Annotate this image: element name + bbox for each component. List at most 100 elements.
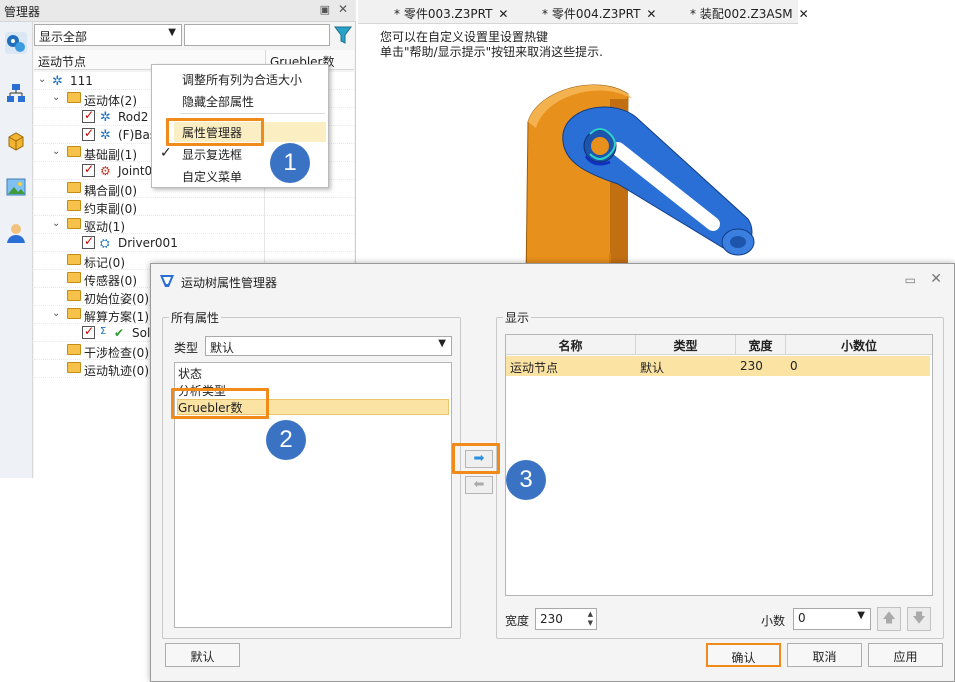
tab-label: * 零件004.Z3PRT xyxy=(542,7,641,21)
display-table: 名称 类型 宽度 小数位 运动节点 默认 230 0 xyxy=(505,334,933,596)
default-button[interactable]: 默认 xyxy=(165,643,240,667)
chevron-up-icon[interactable]: ▲ xyxy=(588,610,593,618)
type-label: 类型 xyxy=(174,341,199,355)
step-badge-1: 1 xyxy=(270,143,310,183)
cell-decimals: 0 xyxy=(790,359,798,373)
type-select[interactable]: 默认 ▼ xyxy=(205,336,452,356)
manager-titlebar: 管理器 ▣ ✕ xyxy=(0,0,356,22)
chevron-down-icon[interactable]: ⌄ xyxy=(38,74,50,85)
joint-icon: ⚙ xyxy=(100,164,111,178)
width-stepper[interactable]: 230 ▲ ▼ xyxy=(535,608,597,630)
document-tabs: * 零件003.Z3PRT ✕ * 零件004.Z3PRT ✕ * 装配002.Z3… xyxy=(358,0,809,24)
list-item[interactable]: 状态 xyxy=(178,365,202,381)
menu-separator xyxy=(180,113,325,114)
display-group: 显示 名称 类型 宽度 小数位 运动节点 默认 230 0 宽度 230 ▲ ▼… xyxy=(496,309,944,639)
column-decimals[interactable]: 小数位 xyxy=(786,335,932,355)
decimals-select[interactable]: 0 ▼ xyxy=(793,608,871,630)
column-width[interactable]: 宽度 xyxy=(736,335,786,355)
close-icon[interactable]: ✕ xyxy=(498,7,508,21)
chevron-down-icon[interactable]: ⌄ xyxy=(52,218,64,229)
highlight-box-3 xyxy=(452,443,500,474)
chevron-down-icon[interactable]: ⌄ xyxy=(52,146,64,157)
remove-property-button[interactable]: ⬅ xyxy=(465,476,493,494)
folder-icon xyxy=(67,200,81,211)
table-row[interactable]: 运动节点 默认 230 0 xyxy=(506,356,930,376)
confirm-button[interactable]: 确认 xyxy=(706,643,781,667)
pin-icon[interactable]: ▣ xyxy=(320,3,330,16)
filter-input[interactable] xyxy=(184,24,330,46)
manager-title: 管理器 xyxy=(4,5,41,19)
image-icon[interactable] xyxy=(5,176,27,198)
folder-icon xyxy=(67,290,81,301)
menu-item-hide-all-properties[interactable]: 隐藏全部属性 xyxy=(182,93,254,113)
menu-item-show-checkbox[interactable]: 显示复选框 xyxy=(182,146,242,166)
decimals-value: 0 xyxy=(798,611,806,625)
tree-row[interactable]: 约束副(0) xyxy=(34,198,354,216)
cancel-button[interactable]: 取消 xyxy=(787,643,862,667)
tree-label: 初始位姿(0) xyxy=(84,292,149,306)
chevron-down-icon: ▼ xyxy=(857,610,865,621)
move-down-button[interactable]: 🡇 xyxy=(907,607,931,631)
folder-icon xyxy=(67,92,81,103)
filter-icon[interactable] xyxy=(332,24,354,46)
apply-button[interactable]: 应用 xyxy=(868,643,943,667)
all-properties-title: 所有属性 xyxy=(169,309,222,326)
checkbox[interactable] xyxy=(82,234,95,249)
tab-assembly002[interactable]: * 装配002.Z3ASM ✕ xyxy=(690,5,809,22)
column-type[interactable]: 类型 xyxy=(636,335,736,355)
step-badge-2: 2 xyxy=(266,420,306,460)
close-icon[interactable]: ✕ xyxy=(646,7,656,21)
folder-icon xyxy=(67,254,81,265)
tree-row[interactable]: ⛭ Driver001 xyxy=(34,234,354,252)
close-icon[interactable]: ✕ xyxy=(338,2,348,16)
tab-part003[interactable]: * 零件003.Z3PRT ✕ xyxy=(394,5,508,22)
decimals-label: 小数 xyxy=(761,614,786,628)
move-up-button[interactable]: 🡅 xyxy=(877,607,901,631)
tree-label: 运动轨迹(0) xyxy=(84,364,149,378)
assembly-tree-icon[interactable] xyxy=(5,82,27,104)
check-icon: ✓ xyxy=(160,145,172,161)
menu-item-autosize-columns[interactable]: 调整所有列为合适大小 xyxy=(182,71,302,91)
folder-icon xyxy=(67,308,81,319)
folder-icon xyxy=(67,218,81,229)
user-icon[interactable] xyxy=(5,222,27,244)
hint-line-2: 单击"帮助/显示提示"按钮来取消这些提示. xyxy=(380,45,603,59)
chevron-down-icon[interactable]: ⌄ xyxy=(52,92,64,103)
tree-label: 干涉检查(0) xyxy=(84,346,149,360)
menu-item-customize-menu[interactable]: 自定义菜单 xyxy=(182,168,242,188)
width-value: 230 xyxy=(540,612,563,626)
driver-icon: ⛭ xyxy=(100,236,110,250)
checkbox[interactable] xyxy=(82,126,95,141)
checkbox[interactable] xyxy=(82,108,95,123)
tree-label: 111 xyxy=(70,74,93,88)
tab-part004[interactable]: * 零件004.Z3PRT ✕ xyxy=(542,5,656,22)
tree-row[interactable]: ⌄ 驱动(1) xyxy=(34,216,354,234)
width-label: 宽度 xyxy=(505,614,530,628)
cell-name: 运动节点 xyxy=(510,361,559,375)
part-icon[interactable] xyxy=(5,130,27,152)
column-motion-node[interactable]: 运动节点 xyxy=(38,53,86,70)
cell-width: 230 xyxy=(740,359,763,373)
checkbox[interactable] xyxy=(82,162,95,177)
tree-label: 解算方案(1) xyxy=(84,310,149,324)
checkbox[interactable] xyxy=(82,324,95,339)
tree-label: 驱动(1) xyxy=(84,220,125,234)
cell-type: 默认 xyxy=(640,361,665,375)
folder-icon xyxy=(67,272,81,283)
column-name[interactable]: 名称 xyxy=(506,335,636,355)
display-filter-select[interactable]: 显示全部 ▼ xyxy=(34,24,182,46)
motion-tree-icon[interactable] xyxy=(5,32,27,54)
close-icon[interactable]: ✕ xyxy=(799,7,809,21)
close-icon[interactable]: ✕ xyxy=(930,271,942,287)
tab-label: * 零件003.Z3PRT xyxy=(394,7,493,21)
chevron-down-icon[interactable]: ⌄ xyxy=(52,308,64,319)
chevron-down-icon: ▼ xyxy=(168,27,176,38)
mechanism-model xyxy=(525,84,755,282)
chevron-down-icon[interactable]: ▼ xyxy=(588,619,593,627)
property-manager-dialog: 运动树属性管理器 ▭ ✕ 所有属性 类型 默认 ▼ 状态 分析类型 Gruebl… xyxy=(150,263,955,682)
all-properties-group: 所有属性 类型 默认 ▼ 状态 分析类型 Gruebler数 xyxy=(162,309,461,639)
motion-gear-icon: ✲ xyxy=(52,74,63,89)
restore-icon[interactable]: ▭ xyxy=(905,273,916,287)
3d-viewport[interactable]: 您可以在自定义设置里设置热键 单击"帮助/显示提示"按钮来取消这些提示. xyxy=(358,24,798,282)
highlight-box-2 xyxy=(171,388,269,419)
